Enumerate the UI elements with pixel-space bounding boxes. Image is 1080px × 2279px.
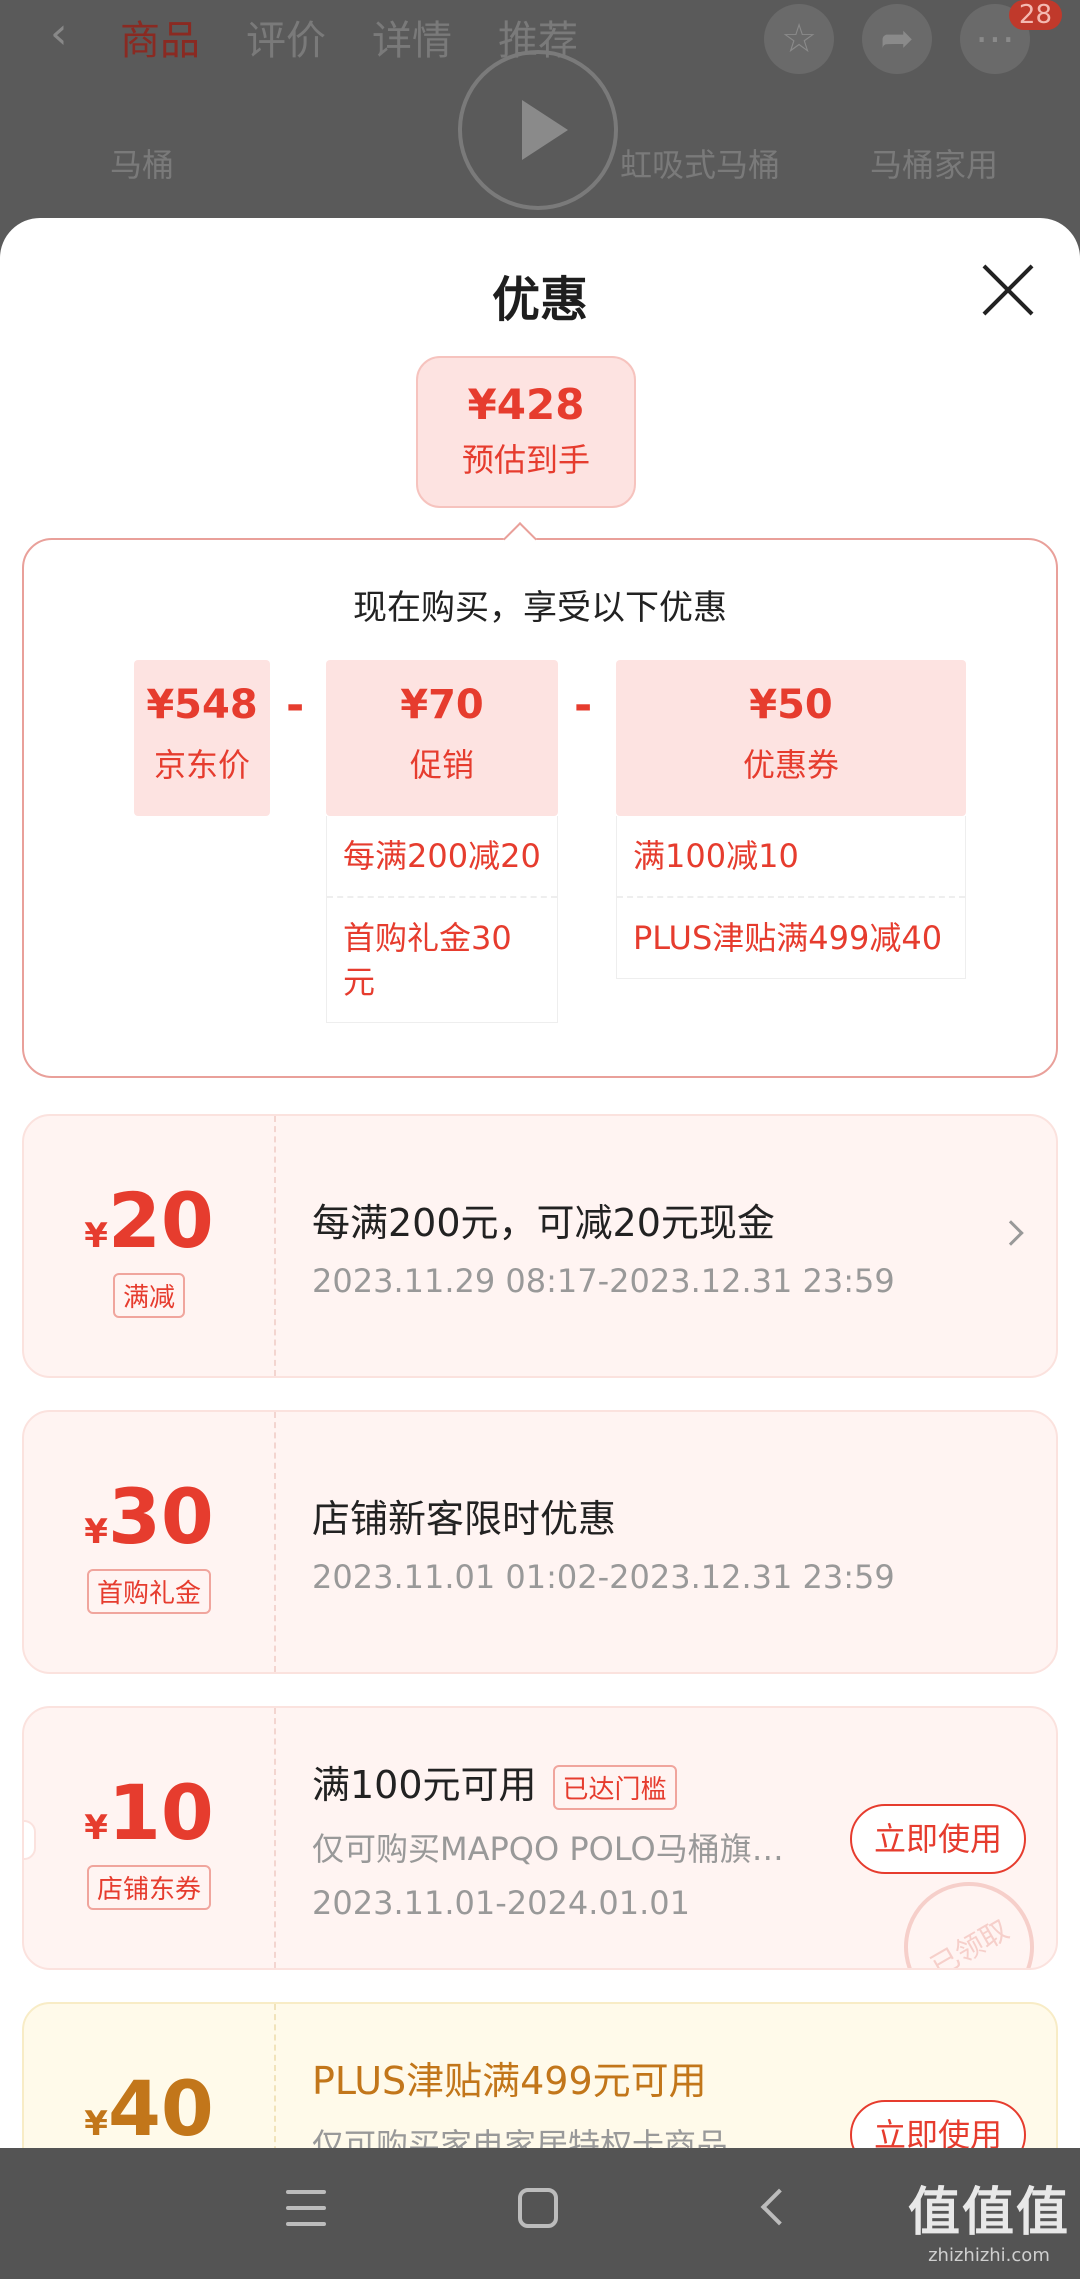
card-amount-area: ¥40: [24, 2004, 276, 2148]
card-amount: 10: [107, 1768, 214, 1857]
jd-price-label: 京东价: [153, 746, 250, 784]
minus-sign: -: [574, 680, 593, 731]
promo-value: ¥70: [400, 682, 484, 728]
coupon-label: 优惠券: [742, 746, 839, 784]
coupon-item: 满100减10: [633, 837, 799, 875]
price-breakdown: 现在购买，享受以下优惠 ¥548 京东价 - ¥70 促销 每满200减20 首…: [22, 538, 1058, 1078]
currency: ¥: [84, 1808, 108, 1848]
card-amount-area: ¥30 首购礼金: [24, 1412, 276, 1672]
card-title: 店铺新客限时优惠: [312, 1497, 617, 1541]
tab-reviews[interactable]: 评价: [246, 8, 326, 66]
coupon-value: ¥50: [749, 682, 833, 728]
threshold-reached-badge: 已达门槛: [552, 1765, 677, 1810]
promo-label: 促销: [409, 746, 474, 784]
play-icon[interactable]: [458, 50, 618, 210]
tab-details[interactable]: 详情: [372, 8, 452, 66]
card-title-row: 满100元可用 已达门槛: [312, 1754, 677, 1810]
coupon-list: 满100减10 PLUS津贴满499减40: [616, 816, 966, 979]
claimed-stamp: 已领取: [880, 1858, 1056, 1968]
card-amount-area: ¥10 店铺东券: [24, 1708, 276, 1968]
card-amount-area: ¥20 满减: [24, 1116, 276, 1376]
use-now-button[interactable]: 立即使用: [850, 1804, 1026, 1874]
promo-list: 每满200减20 首购礼金30元: [326, 816, 558, 1023]
card-date: 2023.11.01 01:02-2023.12.31 23:59: [312, 1558, 895, 1596]
promo-cell: ¥70 促销: [326, 660, 558, 816]
card-description: 仅可购买MAPQO POLO马桶旗…: [312, 1830, 784, 1868]
watermark-url: zhizhizhi.com: [928, 2245, 1050, 2266]
coupon-item: PLUS津贴满499减40: [617, 896, 965, 978]
card-tag: 满减: [112, 1273, 185, 1318]
currency: ¥: [84, 1512, 108, 1552]
sheet-title: 优惠: [491, 272, 588, 328]
estimated-price: ¥428: [467, 380, 585, 429]
watermark-logo: 值值值 zhizhizhi.com: [908, 2170, 1070, 2266]
tab-product[interactable]: 商品: [120, 8, 200, 66]
discount-card-first-purchase: ¥30 首购礼金 店铺新客限时优惠 2023.11.01 01:02-2023.…: [22, 1410, 1058, 1674]
card-title: 满100元可用: [312, 1763, 537, 1807]
watermark-text: 值值值: [907, 2183, 1070, 2243]
discount-card-plus-subsidy: ¥40 PLUS津贴满499元可用 仅可购买家电家居特权卡商品 立即使用: [22, 2002, 1058, 2148]
breakdown-heading: 现在购买，享受以下优惠: [353, 588, 727, 628]
discount-card-store-coupon: ¥10 店铺东券 满100元可用 已达门槛 仅可购买MAPQO POLO马桶旗… …: [22, 1706, 1058, 1970]
promo-item: 首购礼金30元: [327, 896, 557, 1022]
close-icon[interactable]: [980, 262, 1036, 318]
recent-apps-icon[interactable]: [286, 2190, 326, 2238]
jd-price-value: ¥548: [146, 682, 258, 728]
discount-sheet: 优惠 ¥428 预估到手 现在购买，享受以下优惠 ¥548 京东价 - ¥70 …: [0, 218, 1080, 2148]
promo-item: 每满200减20: [343, 837, 541, 875]
card-title: PLUS津贴满499元可用: [312, 2059, 707, 2103]
card-tag: 店铺东券: [86, 1865, 211, 1910]
card-amount: 20: [107, 1176, 214, 1265]
discount-card-full-reduction[interactable]: ¥20 满减 每满200元，可减20元现金 2023.11.29 08:17-2…: [22, 1114, 1058, 1378]
jd-price-cell: ¥548 京东价: [134, 660, 270, 816]
estimated-price-label: 预估到手: [461, 441, 590, 479]
card-title: 每满200元，可减20元现金: [312, 1201, 775, 1245]
minus-sign: -: [286, 680, 305, 731]
card-date: 2023.11.29 08:17-2023.12.31 23:59: [312, 1262, 895, 1300]
card-description: 仅可购买家电家居特权卡商品: [312, 2126, 729, 2148]
message-badge: 28: [1008, 0, 1062, 30]
estimated-price-badge: ¥428 预估到手: [416, 356, 636, 508]
currency: ¥: [84, 1216, 108, 1256]
keyword-1: 马桶: [110, 146, 175, 184]
chevron-right-icon[interactable]: [998, 1220, 1024, 1246]
card-tag: 首购礼金: [86, 1569, 211, 1614]
keyword-2: 虹吸式马桶: [620, 146, 781, 184]
card-amount: 30: [107, 1472, 214, 1561]
coupon-cell: ¥50 优惠券: [616, 660, 966, 816]
star-icon[interactable]: ☆: [764, 4, 834, 74]
system-nav-bar: 值值值 zhizhizhi.com: [0, 2148, 1080, 2279]
card-date: 2023.11.01-2024.01.01: [312, 1884, 690, 1922]
back-icon[interactable]: [760, 2188, 798, 2226]
card-amount: 40: [107, 2064, 214, 2148]
currency: ¥: [84, 2104, 108, 2144]
back-icon[interactable]: ‹: [50, 8, 68, 59]
share-icon[interactable]: ➦: [862, 4, 932, 74]
keyword-3: 马桶家用: [870, 146, 999, 184]
home-icon[interactable]: [518, 2188, 558, 2228]
use-now-button[interactable]: 立即使用: [850, 2100, 1026, 2148]
